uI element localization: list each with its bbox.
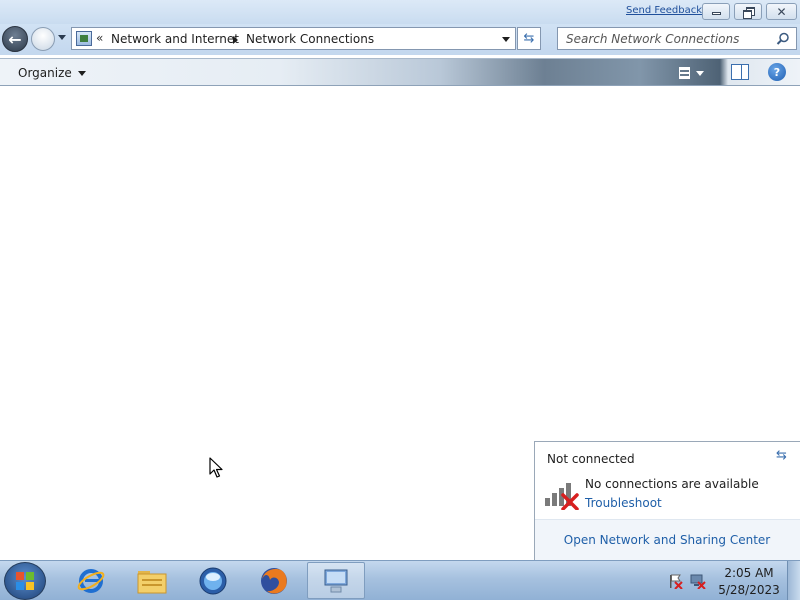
refresh-icon: ⇆	[523, 31, 535, 46]
address-row: ← « Network and Internet Network Connect…	[0, 24, 800, 55]
minimize-icon	[711, 12, 721, 15]
breadcrumb-network-and-internet[interactable]: Network and Internet	[111, 32, 239, 46]
search-input[interactable]	[558, 28, 773, 49]
connection-status-title: Not connected	[547, 452, 635, 466]
search-box	[557, 27, 797, 50]
network-disconnected-icon	[545, 483, 579, 510]
network-disconnected-icon[interactable]	[690, 573, 706, 589]
command-bar: Organize ?	[0, 58, 800, 86]
close-icon: ✕	[776, 4, 787, 19]
taskbar-internet-explorer[interactable]	[62, 562, 120, 599]
windows-media-player-icon	[199, 567, 227, 594]
address-dropdown-icon[interactable]	[502, 37, 510, 42]
close-button[interactable]: ✕	[766, 3, 797, 20]
taskbar-network-connections[interactable]	[307, 562, 365, 599]
help-button[interactable]: ?	[768, 63, 786, 81]
control-panel-icon	[76, 31, 92, 46]
refresh-button[interactable]: ⇆	[517, 27, 541, 50]
open-network-sharing-center-link[interactable]: Open Network and Sharing Center	[535, 533, 799, 547]
back-arrow-icon: ←	[8, 29, 22, 49]
troubleshoot-link[interactable]: Troubleshoot	[585, 496, 662, 510]
windows-logo-icon	[16, 572, 34, 590]
flyout-footer: Open Network and Sharing Center	[535, 519, 800, 561]
breadcrumb-separator-icon[interactable]	[233, 36, 238, 44]
breadcrumb-overflow[interactable]: «	[96, 31, 103, 45]
help-icon: ?	[773, 65, 781, 79]
forward-button[interactable]	[31, 27, 55, 51]
restore-button[interactable]	[734, 3, 762, 20]
preview-pane-button[interactable]	[731, 64, 749, 80]
organize-label: Organize	[18, 66, 72, 80]
taskbar-windows-media-player[interactable]	[184, 562, 242, 599]
title-bar: Send Feedback ✕	[0, 0, 800, 24]
address-bar[interactable]: « Network and Internet Network Connectio…	[71, 27, 516, 50]
back-button[interactable]: ←	[2, 26, 28, 52]
action-center-flag-icon[interactable]	[667, 573, 683, 589]
taskbar-firefox[interactable]	[245, 562, 303, 599]
windows-explorer-icon	[137, 570, 167, 593]
chevron-down-icon	[77, 70, 86, 76]
network-connections-icon	[324, 569, 348, 592]
show-desktop-button[interactable]	[787, 561, 800, 600]
taskbar-windows-explorer[interactable]	[123, 562, 181, 599]
mouse-cursor-icon	[209, 457, 223, 478]
internet-explorer-icon	[77, 568, 105, 593]
start-button[interactable]	[4, 562, 46, 600]
search-icon[interactable]	[776, 32, 790, 46]
network-flyout: Not connected ⇆ No connections are avail…	[534, 441, 800, 561]
recent-pages-dropdown[interactable]	[58, 35, 66, 40]
clock-date[interactable]: 5/28/2023	[714, 583, 784, 597]
refresh-connections-button[interactable]: ⇆	[776, 448, 787, 463]
organize-button[interactable]: Organize	[10, 63, 94, 83]
views-icon	[679, 67, 690, 79]
minimize-button[interactable]	[702, 3, 730, 20]
send-feedback-link[interactable]: Send Feedback	[626, 5, 702, 16]
clock-time[interactable]: 2:05 AM	[714, 566, 784, 580]
firefox-icon	[261, 567, 287, 594]
chevron-down-icon	[696, 70, 704, 76]
change-view-button[interactable]	[676, 64, 722, 82]
breadcrumb-network-connections[interactable]: Network Connections	[246, 32, 374, 46]
taskbar: 2:05 AM 5/28/2023	[0, 560, 800, 600]
restore-icon	[742, 7, 755, 19]
no-connections-message: No connections are available	[585, 477, 759, 491]
